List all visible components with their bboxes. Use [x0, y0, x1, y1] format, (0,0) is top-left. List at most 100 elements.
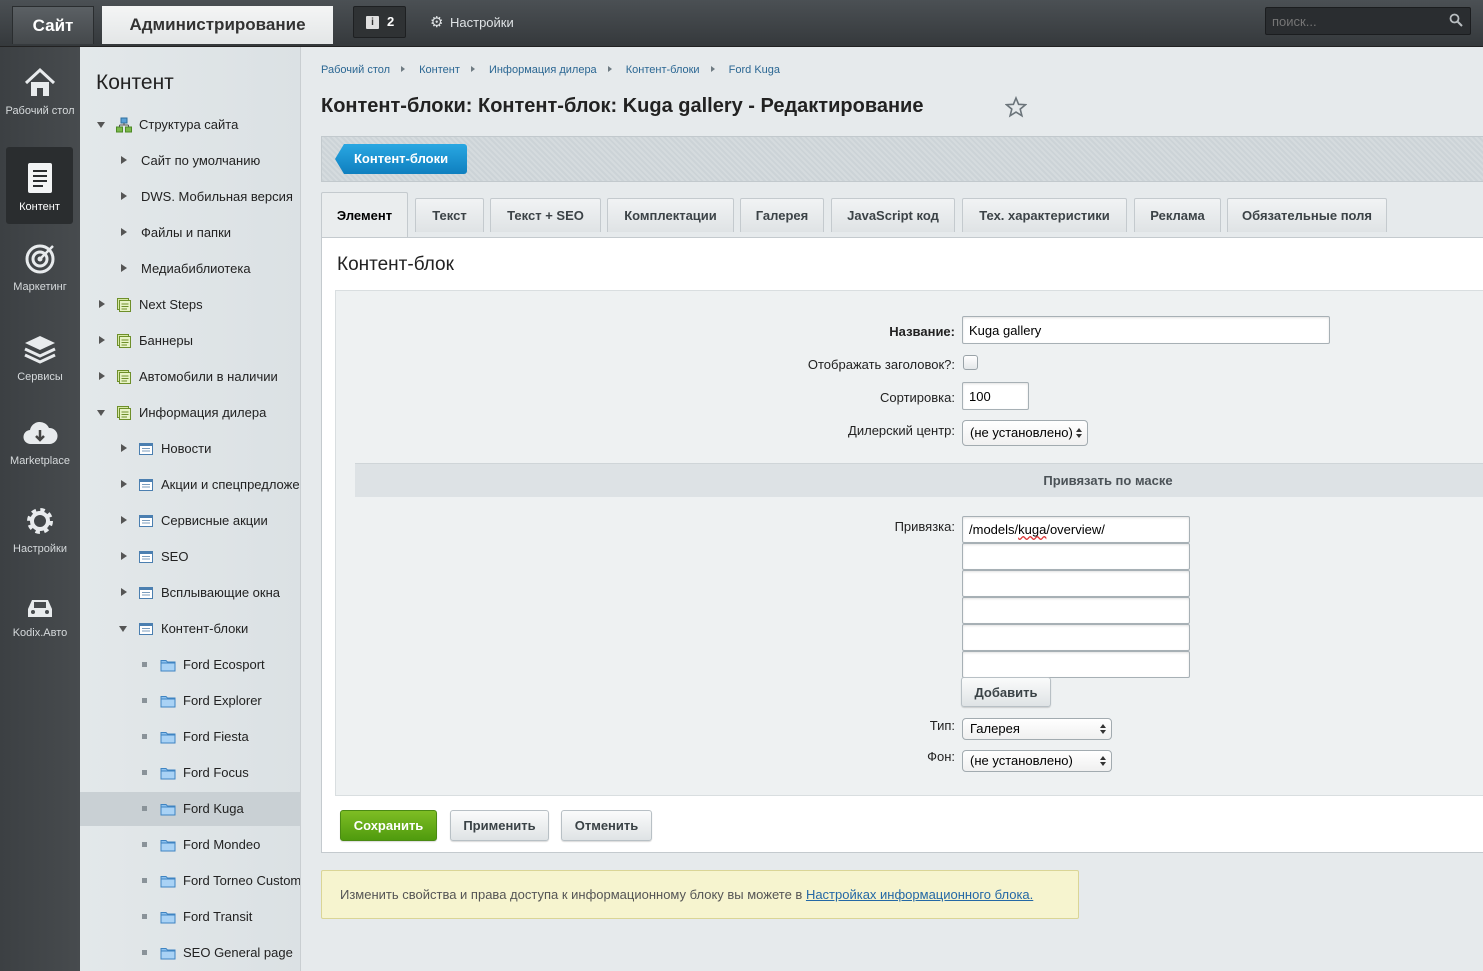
binding-input[interactable]	[962, 570, 1190, 597]
expand-arrow-icon[interactable]	[121, 228, 127, 236]
tree-item-label: SEO	[161, 549, 189, 564]
name-input[interactable]	[962, 316, 1330, 344]
expand-arrow-icon[interactable]	[121, 516, 127, 524]
tree-item[interactable]: Всплывающие окна	[80, 576, 300, 610]
binding-input[interactable]	[962, 597, 1190, 624]
tab-text[interactable]: Текст	[415, 198, 484, 232]
tree-item[interactable]: Ford Mondeo	[80, 828, 300, 862]
expand-arrow-icon[interactable]	[121, 192, 127, 200]
breadcrumb-item[interactable]: Контент-блоки	[626, 64, 700, 76]
iblock-settings-link[interactable]: Настройках информационного блока.	[806, 887, 1033, 902]
expand-arrow-icon[interactable]	[121, 588, 127, 596]
tree-bullet-icon	[142, 770, 147, 775]
tree-item[interactable]: Контент-блоки	[80, 612, 300, 646]
tree-item[interactable]: Баннеры	[80, 324, 300, 358]
show-title-checkbox[interactable]	[963, 355, 978, 370]
binding-input[interactable]	[962, 624, 1190, 651]
tree-item[interactable]: Ford Torneo Custom	[80, 864, 300, 898]
tab-equipment[interactable]: Комплектации	[607, 198, 734, 232]
tree-item[interactable]: SEO	[80, 540, 300, 574]
iblock-icon	[138, 585, 154, 601]
tree-item[interactable]: Ford Fiesta	[80, 720, 300, 754]
tree-bullet-icon	[142, 734, 147, 739]
cancel-button[interactable]: Отменить	[561, 810, 652, 841]
tree-item[interactable]: Сайт по умолчанию	[80, 144, 300, 178]
apply-button[interactable]: Применить	[450, 810, 549, 841]
tree-item[interactable]: Новости	[80, 432, 300, 466]
breadcrumb-separator	[401, 66, 406, 72]
nav-kodix-auto[interactable]: Kodix.Авто	[0, 593, 80, 640]
collapse-arrow-icon[interactable]	[97, 122, 105, 128]
select-arrows-icon	[1100, 756, 1106, 766]
breadcrumb-item[interactable]: Ford Kuga	[729, 64, 780, 76]
tab-required-fields[interactable]: Обязательные поля	[1227, 198, 1387, 232]
tree-item[interactable]: Ford Explorer	[80, 684, 300, 718]
tab-element[interactable]: Элемент	[321, 192, 408, 238]
tab-text-seo[interactable]: Текст + SEO	[490, 198, 601, 232]
expand-arrow-icon[interactable]	[99, 372, 105, 380]
type-select[interactable]: Галерея	[962, 718, 1112, 740]
expand-arrow-icon[interactable]	[99, 336, 105, 344]
content-blocks-button[interactable]: Контент-блоки	[335, 144, 468, 174]
tree-item[interactable]: Структура сайта	[80, 108, 300, 142]
tree-item[interactable]: Медиабиблиотека	[80, 252, 300, 286]
tab-tech-specs[interactable]: Тех. характеристики	[962, 198, 1127, 232]
nav-marketplace[interactable]: Marketplace	[0, 419, 80, 468]
collapse-arrow-icon[interactable]	[97, 410, 105, 416]
expand-arrow-icon[interactable]	[121, 480, 127, 488]
tree-item[interactable]: Ford Transit	[80, 900, 300, 934]
nav-settings[interactable]: Настройки	[0, 505, 80, 556]
nav-services[interactable]: Сервисы	[0, 333, 80, 384]
collapse-arrow-icon[interactable]	[119, 626, 127, 632]
save-button[interactable]: Сохранить	[340, 810, 437, 841]
breadcrumb-separator	[607, 66, 612, 72]
binding-input[interactable]	[962, 543, 1190, 570]
nav-label: Рабочий стол	[5, 105, 75, 117]
breadcrumb-item[interactable]: Рабочий стол	[321, 64, 390, 76]
add-binding-button[interactable]: Добавить	[961, 677, 1051, 707]
expand-arrow-icon[interactable]	[99, 300, 105, 308]
tree-item-label: Ford Kuga	[183, 801, 244, 816]
tree-item[interactable]: Автомобили в наличии	[80, 360, 300, 394]
tree-item[interactable]: DWS. Мобильная версия	[80, 180, 300, 214]
nav-marketing[interactable]: Маркетинг	[0, 243, 80, 294]
tree-item[interactable]: Ford Ecosport	[80, 648, 300, 682]
tab-administration[interactable]: Администрирование	[102, 6, 333, 44]
expand-arrow-icon[interactable]	[121, 264, 127, 272]
tree-item[interactable]: Ford Kuga	[80, 792, 300, 826]
favorite-star-icon[interactable]	[1005, 96, 1027, 118]
search-icon[interactable]	[1449, 13, 1463, 27]
tab-site[interactable]: Сайт	[12, 6, 94, 44]
sort-input[interactable]	[962, 382, 1029, 410]
tree-item[interactable]: Ford Focus	[80, 756, 300, 790]
tab-advertising[interactable]: Реклама	[1134, 198, 1221, 232]
folder-icon	[160, 765, 176, 781]
tree-item-label: Информация дилера	[139, 405, 267, 420]
bg-select[interactable]: (не установлено)	[962, 750, 1112, 772]
tree-item[interactable]: Сервисные акции	[80, 504, 300, 538]
tree-item[interactable]: Файлы и папки	[80, 216, 300, 250]
binding-input[interactable]: /models/kuga/overview/	[962, 516, 1190, 543]
dealer-select[interactable]: (не установлено)	[962, 420, 1088, 446]
tab-gallery[interactable]: Галерея	[740, 198, 824, 232]
bg-label: Фон:	[927, 749, 955, 764]
tab-javascript[interactable]: JavaScript код	[831, 198, 955, 232]
tree-item[interactable]: Next Steps	[80, 288, 300, 322]
nav-content[interactable]: Контент	[6, 147, 73, 224]
notifications-button[interactable]: i 2	[353, 6, 406, 38]
tree-item[interactable]: SEO General page	[80, 936, 300, 970]
expand-arrow-icon[interactable]	[121, 444, 127, 452]
tree-item-label: Структура сайта	[139, 117, 239, 132]
binding-input[interactable]	[962, 651, 1190, 678]
nav-desktop[interactable]: Рабочий стол	[0, 67, 80, 118]
search-input[interactable]	[1265, 7, 1471, 35]
settings-link[interactable]: ⚙ Настройки	[430, 13, 514, 31]
tree-item[interactable]: Акции и спецпредложения	[80, 468, 300, 502]
tree-item-label: Баннеры	[139, 333, 193, 348]
expand-arrow-icon[interactable]	[121, 552, 127, 560]
tree-item-label: Контент-блоки	[161, 621, 249, 636]
breadcrumb-item[interactable]: Контент	[419, 64, 460, 76]
breadcrumb-item[interactable]: Информация дилера	[489, 64, 597, 76]
tree-item[interactable]: Информация дилера	[80, 396, 300, 430]
expand-arrow-icon[interactable]	[121, 156, 127, 164]
